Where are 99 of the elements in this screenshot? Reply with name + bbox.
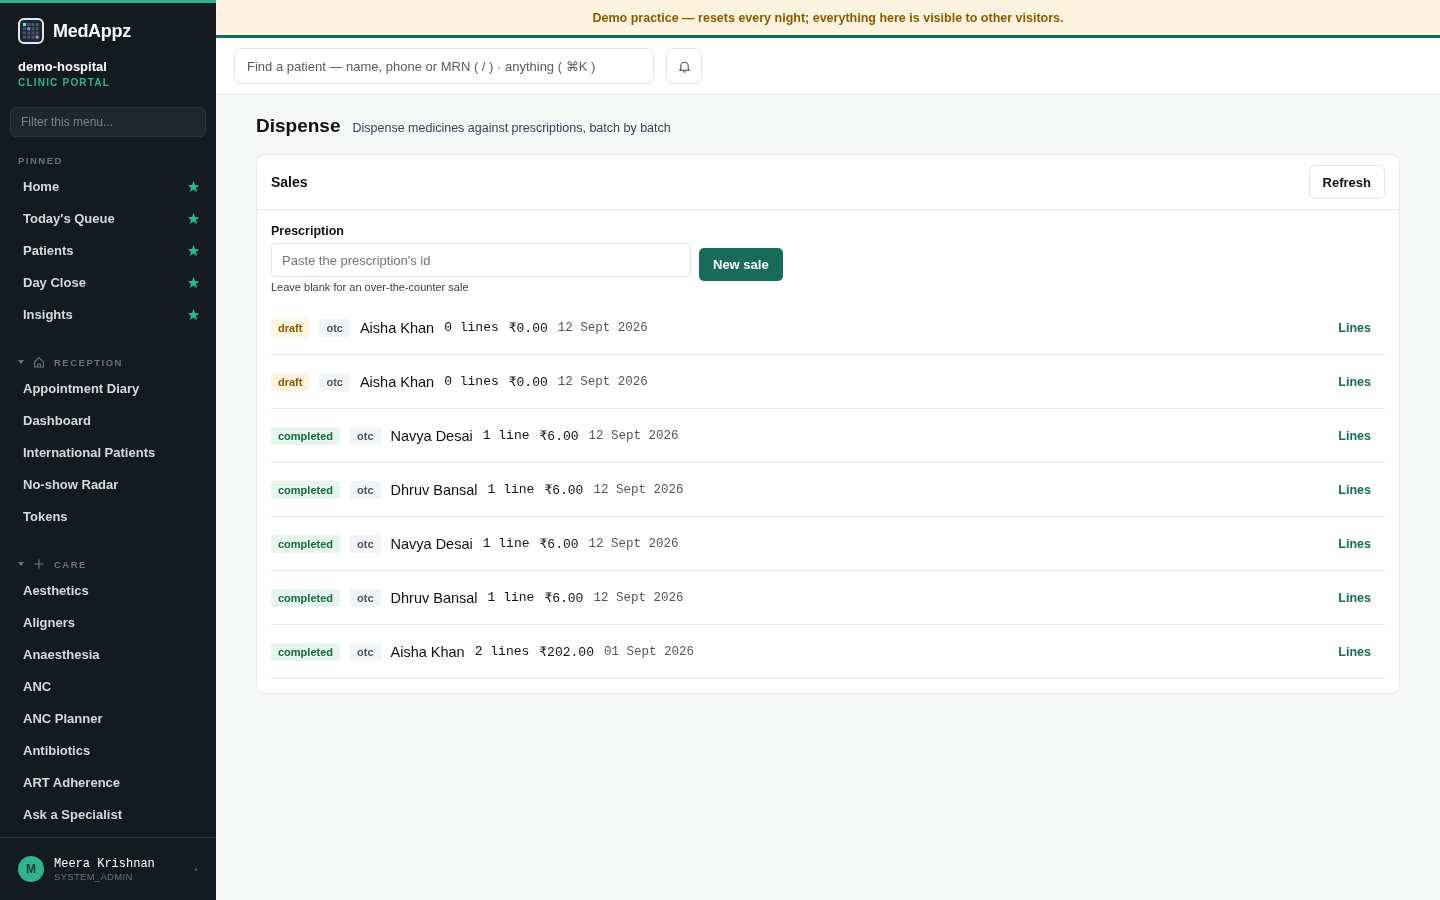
sale-amount: ₹6.00 [544,589,584,606]
line-count: 2 lines [474,644,530,659]
lines-link[interactable]: Lines [1338,374,1371,389]
status-badge: completed [271,534,340,553]
lines-link[interactable]: Lines [1338,482,1371,497]
nav-item[interactable]: Anaesthesia [0,638,216,670]
nav-item[interactable]: International Patients [0,436,216,468]
user-role: SYSTEM_ADMIN [54,870,134,882]
type-badge: otc [319,318,350,337]
refresh-button[interactable]: Refresh [1308,165,1385,199]
search-field[interactable]: Find a patient — name, phone or MRN ( / ) · anything ( ⌘K ) [234,48,654,84]
type-badge: otc [350,426,381,445]
nav-item[interactable]: Tokens [0,500,216,532]
filter-field[interactable]: Filter this menu... [10,107,206,137]
nav-item[interactable]: Ask a Specialist [0,798,216,830]
caret-icon[interactable] [18,561,24,567]
status-badge: completed [271,588,340,607]
user-name: Meera Krishnan [54,856,156,871]
patient-name: Navya Desai [390,535,473,552]
sale-amount: ₹0.00 [508,319,548,336]
status-badge: completed [271,426,340,445]
section-title: PINNED [18,155,63,166]
status-badge: draft [271,318,310,337]
sale-amount: ₹0.00 [508,373,548,390]
nav-item[interactable]: Home [0,170,216,202]
type-badge: otc [350,480,381,499]
sale-amount: ₹202.00 [539,643,594,660]
tenant-name: demo-hospital [17,58,108,74]
sale-amount: ₹6.00 [544,481,584,498]
line-count: 0 lines [444,320,499,335]
notifications-button[interactable] [666,48,702,84]
nav-item[interactable]: ART Adherence [0,766,216,798]
lines-link[interactable]: Lines [1338,320,1371,335]
sale-date: 12 Sept 2026 [588,536,679,551]
type-badge: otc [319,372,350,391]
type-badge: otc [350,642,381,661]
nav-item[interactable]: No-show Radar [0,468,216,500]
sale-amount: ₹6.00 [539,535,579,552]
new-sale-button[interactable]: New sale [699,248,783,281]
section-title: RECEPTION [54,356,123,368]
sale-date: 12 Sept 2026 [593,590,684,605]
type-badge: otc [350,534,381,553]
sale-amount: ₹6.00 [539,427,579,444]
patient-name: Aisha Khan [359,373,435,390]
portal-label: CLINIC PORTAL [17,76,112,88]
status-badge: completed [271,642,340,661]
lines-link[interactable]: Lines [1338,428,1371,443]
field-label: Prescription [271,224,345,238]
star-icon[interactable] [187,179,200,193]
patient-name: Dhruv Bansal [390,481,478,498]
sale-date: 12 Sept 2026 [557,320,648,335]
card-title: Sales [271,174,308,190]
nav-item[interactable]: Insights [0,298,216,330]
brand-name: MedAppz [53,20,131,42]
page-subtitle: Dispense medicines against prescriptions, batch by batch [352,121,671,135]
nav-item[interactable]: Appointment Diary [0,372,216,404]
line-count: 1 line [482,428,530,443]
lines-link[interactable]: Lines [1338,536,1371,551]
caret-icon[interactable] [18,359,24,365]
prescription-field[interactable]: Paste the prescription's id [271,243,691,277]
nav-item[interactable]: Today's Queue [0,202,216,234]
nav-item[interactable]: Day Close [0,266,216,298]
line-count: 0 lines [444,374,499,389]
patient-name: Aisha Khan [359,319,435,336]
sale-date: 12 Sept 2026 [588,428,679,443]
star-icon[interactable] [187,307,200,321]
status-badge: completed [271,480,340,499]
patient-name: Navya Desai [390,427,473,444]
nav-item[interactable]: Antibiotics [0,734,216,766]
nav-item[interactable]: ANC [0,670,216,702]
lines-link[interactable]: Lines [1338,590,1371,605]
type-badge: otc [350,588,381,607]
section-title: CARE [54,558,87,570]
star-icon[interactable] [187,275,200,289]
status-badge: draft [271,372,310,391]
patient-name: Aisha Khan [390,643,465,660]
nav-item[interactable]: Patients [0,234,216,266]
line-count: 1 line [487,482,535,497]
lines-link[interactable]: Lines [1338,644,1371,659]
line-count: 1 line [487,590,535,605]
logo-icon [18,18,44,44]
nav-item[interactable]: ANC Planner [0,702,216,734]
nav-item[interactable]: Dashboard [0,404,216,436]
star-icon[interactable] [187,211,200,225]
sale-date: 01 Sept 2026 [603,644,694,659]
avatar: M [18,856,44,882]
patient-name: Dhruv Bansal [390,589,478,606]
house-icon [33,356,45,368]
sale-date: 12 Sept 2026 [593,482,684,497]
banner-text: Demo practice — resets every night; everything here is visible to other visitors. [592,10,1064,25]
line-count: 1 line [482,536,530,551]
nav-item[interactable]: Aesthetics [0,574,216,606]
page-title: Dispense [256,115,341,137]
star-icon[interactable] [187,243,200,257]
sale-date: 12 Sept 2026 [557,374,648,389]
bell-icon [677,59,691,73]
plus-icon [33,558,45,570]
field-hint: Leave blank for an over-the-counter sale [271,281,470,293]
nav-item[interactable]: Aligners [0,606,216,638]
